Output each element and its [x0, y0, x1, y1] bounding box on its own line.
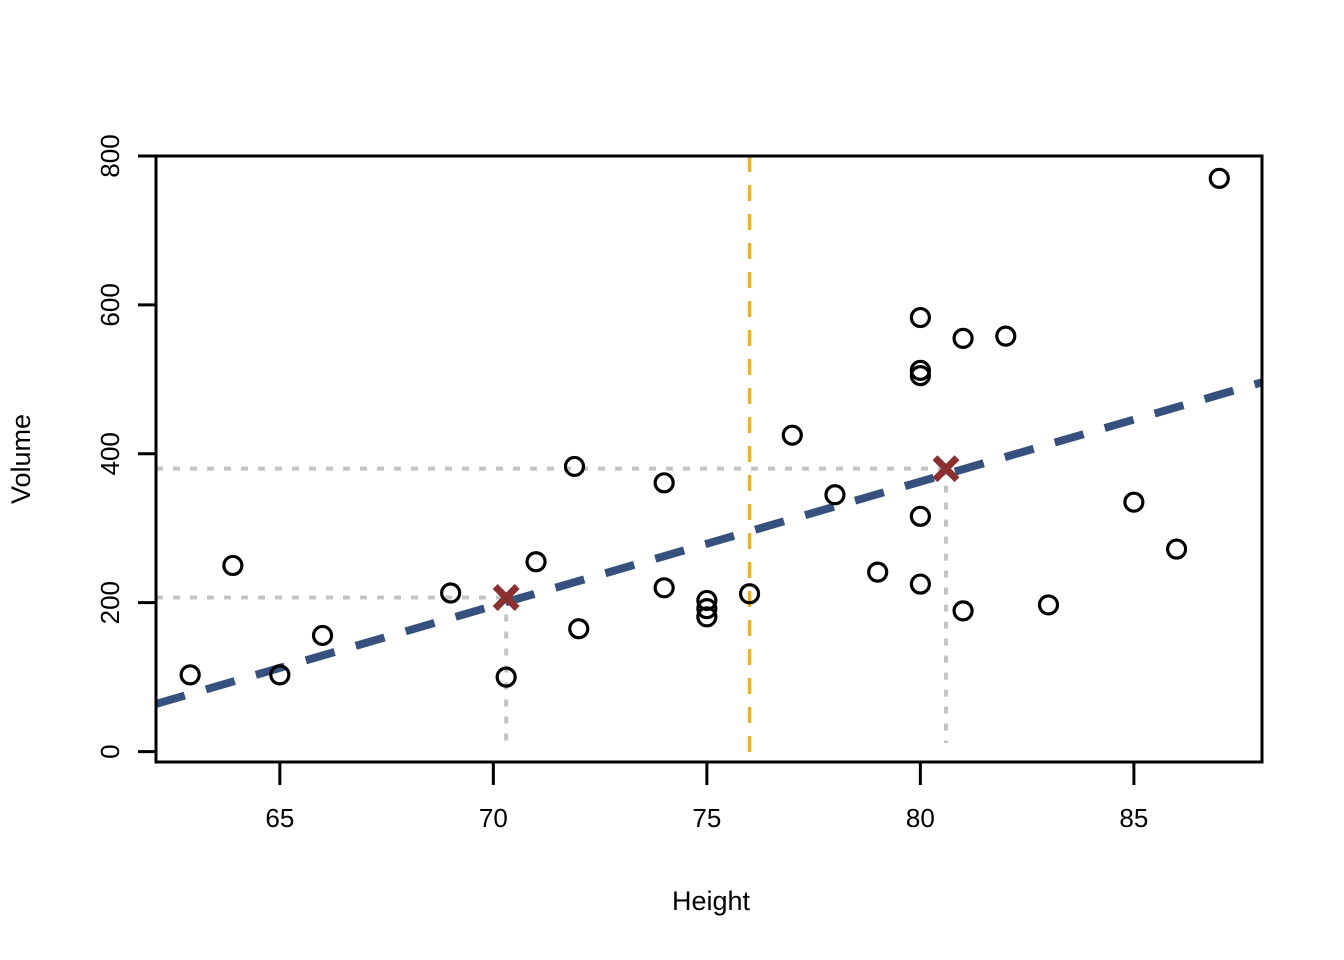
y-tick-label-600: 600	[95, 283, 125, 326]
chart-page: 800 600 400 200 0 65 70 75 80 85 Height …	[0, 0, 1344, 960]
x-tick-label-80: 80	[906, 803, 935, 833]
x-tick-label-70: 70	[479, 803, 508, 833]
x-tick-label-65: 65	[265, 803, 294, 833]
y-axis-title: Volume	[6, 414, 36, 504]
scatter-plot: 800 600 400 200 0 65 70 75 80 85 Height …	[0, 0, 1344, 960]
y-tick-label-400: 400	[95, 432, 125, 475]
y-tick-label-200: 200	[95, 581, 125, 624]
y-tick-label-800: 800	[95, 134, 125, 177]
x-tick-label-85: 85	[1119, 803, 1148, 833]
x-axis-title: Height	[672, 886, 751, 916]
y-tick-label-0: 0	[95, 744, 125, 758]
x-tick-label-75: 75	[692, 803, 721, 833]
